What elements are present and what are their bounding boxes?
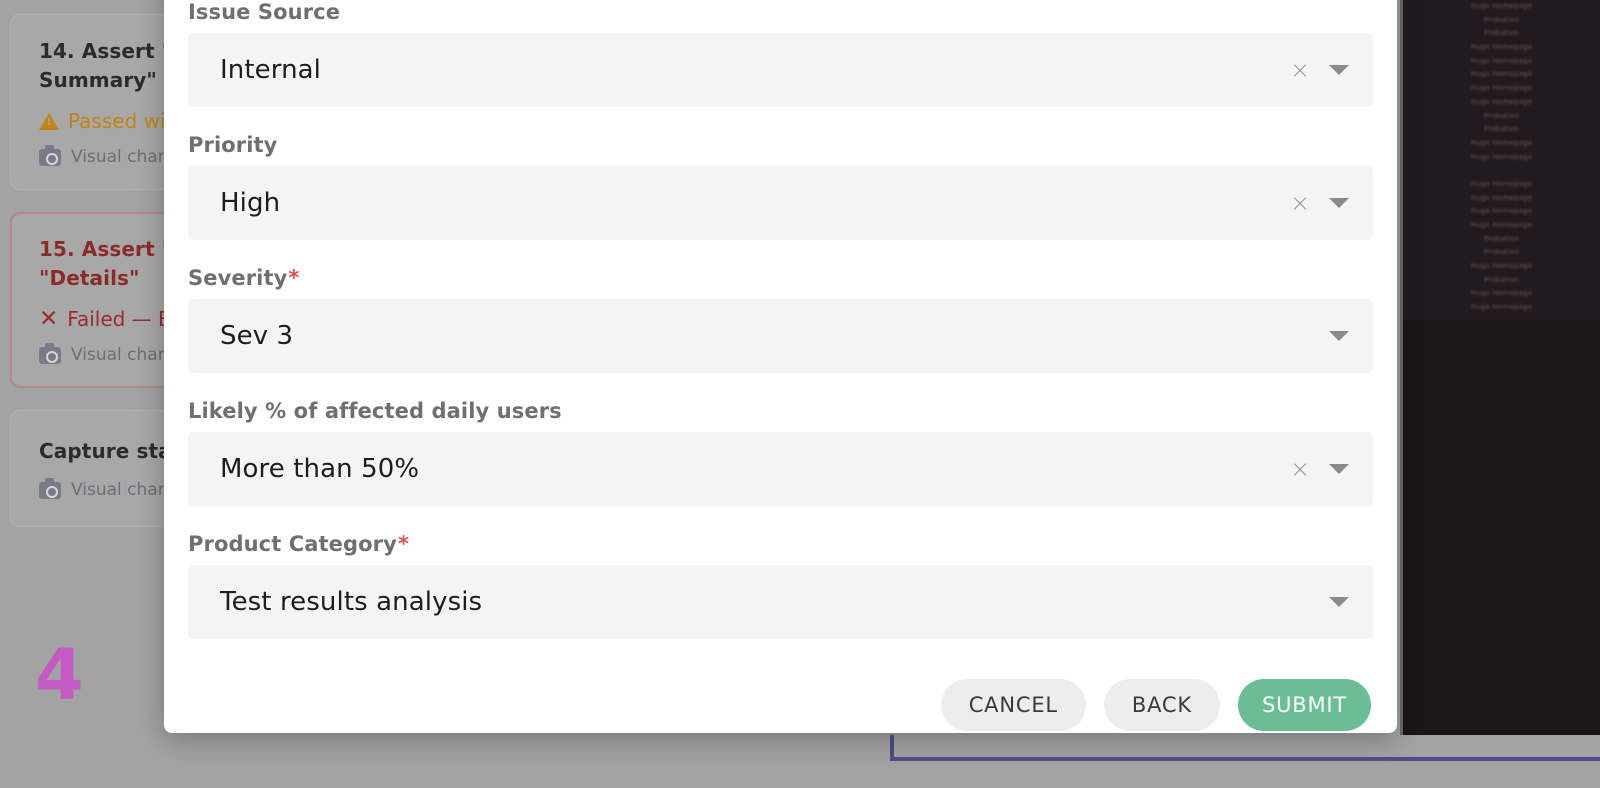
dark-panel-row: Hugo Homepage	[1470, 152, 1533, 161]
field-label-text: Severity	[188, 266, 288, 290]
selected-value: Test results analysis	[220, 587, 483, 617]
dark-panel-row: Hugo Homepage	[1470, 138, 1533, 147]
dark-panel-row: Hugo Homepage	[1470, 2, 1533, 10]
dark-panel-list: Hugo Homepage Probation Probation Hugo Home…	[1403, 0, 1600, 315]
field-label-text: Issue Source	[188, 0, 341, 24]
form-field: Issue Source Internal ×	[188, 0, 1373, 107]
selected-value: More than 50%	[220, 454, 420, 484]
status-text: Passed wit	[68, 109, 174, 133]
back-button[interactable]: BACK	[1103, 679, 1220, 731]
field-label-text: Priority	[188, 133, 278, 157]
chevron-down-icon[interactable]	[1329, 464, 1349, 474]
select-priority[interactable]: High ×	[188, 166, 1373, 240]
modal-form: Issue Source Internal × Priority High × Severi…	[164, 0, 1397, 639]
required-marker: *	[397, 532, 410, 556]
dark-panel-row	[1403, 164, 1600, 178]
form-field: Likely % of affected daily users More tha…	[188, 399, 1373, 506]
select-issue-source[interactable]: Internal ×	[188, 33, 1373, 107]
dark-panel-row: Probation	[1483, 275, 1520, 284]
field-label: Likely % of affected daily users	[188, 399, 1373, 432]
dark-panel-row: Hugo Homepage	[1470, 193, 1533, 202]
dark-panel-row: Hugo Homepage	[1470, 221, 1533, 229]
issue-report-modal: Issue Source Internal × Priority High × Severi…	[164, 0, 1397, 733]
camera-icon	[39, 477, 61, 499]
close-x-icon: ✕	[39, 305, 59, 332]
dark-panel-row: Hugo Homepage	[1470, 70, 1533, 79]
select-severity[interactable]: Sev 3	[188, 299, 1373, 373]
chevron-down-icon[interactable]	[1329, 198, 1349, 208]
dark-panel-row: Hugo Homepage	[1470, 84, 1533, 93]
field-label: Product Category*	[188, 532, 1373, 565]
form-field: Severity* Sev 3	[188, 266, 1373, 373]
chevron-down-icon[interactable]	[1329, 65, 1349, 75]
dark-panel-row: Probation	[1483, 29, 1520, 38]
dark-panel-row: Hugo Homepage	[1470, 303, 1533, 312]
select-likely-of-affected-daily-users[interactable]: More than 50% ×	[188, 432, 1373, 506]
field-label: Severity*	[188, 266, 1373, 299]
field-label: Priority	[188, 133, 1373, 166]
focused-element-outline[interactable]	[890, 735, 1600, 761]
dark-panel-row: Hugo Homepage	[1470, 207, 1533, 216]
dark-panel-row: Hugo Homepage	[1470, 43, 1533, 52]
dark-side-panel: Hugo Homepage Probation Probation Hugo Home…	[1400, 0, 1600, 735]
dark-panel-row: Probation	[1483, 111, 1520, 120]
status-text: Failed — E	[67, 307, 171, 331]
dark-panel-filler	[1403, 320, 1600, 735]
camera-icon	[39, 144, 61, 166]
modal-action-bar: CANCEL BACK SUBMIT	[164, 665, 1397, 731]
camera-icon	[39, 342, 61, 364]
dark-panel-row: Hugo Homepage	[1470, 262, 1533, 271]
selected-value: Internal	[220, 55, 322, 85]
dark-panel-row: Hugo Homepage	[1470, 179, 1533, 188]
dark-panel-row: Hugo Homepage	[1470, 56, 1533, 65]
field-label-text: Likely % of affected daily users	[188, 399, 562, 423]
chevron-down-icon[interactable]	[1329, 597, 1349, 607]
close-x-icon[interactable]: ×	[1285, 58, 1315, 82]
step-number-annotation: 4	[35, 634, 84, 716]
selected-value: Sev 3	[220, 321, 294, 351]
dark-panel-row: Probation	[1483, 248, 1520, 257]
submit-button[interactable]: SUBMIT	[1237, 679, 1371, 731]
form-field: Product Category* Test results analysis	[188, 532, 1373, 639]
dark-panel-row: Probation	[1483, 15, 1520, 24]
dark-panel-row: Probation	[1483, 234, 1520, 243]
close-x-icon[interactable]: ×	[1285, 191, 1315, 215]
screen-root: 14. Assert "in Summary" co Passed wit Vi…	[0, 0, 1600, 788]
chevron-down-icon[interactable]	[1329, 331, 1349, 341]
field-label: Issue Source	[188, 0, 1373, 33]
field-label-text: Product Category	[188, 532, 397, 556]
dark-panel-row: Probation	[1483, 125, 1520, 134]
cancel-button[interactable]: CANCEL	[940, 679, 1086, 731]
selected-value: High	[220, 188, 281, 218]
select-product-category[interactable]: Test results analysis	[188, 565, 1373, 639]
warning-triangle-icon	[39, 112, 59, 130]
form-field: Priority High ×	[188, 133, 1373, 240]
required-marker: *	[288, 266, 300, 290]
close-x-icon[interactable]: ×	[1285, 457, 1315, 481]
dark-panel-row: Hugo Homepage	[1470, 289, 1533, 298]
dark-panel-row: Hugo Homepage	[1470, 97, 1533, 106]
